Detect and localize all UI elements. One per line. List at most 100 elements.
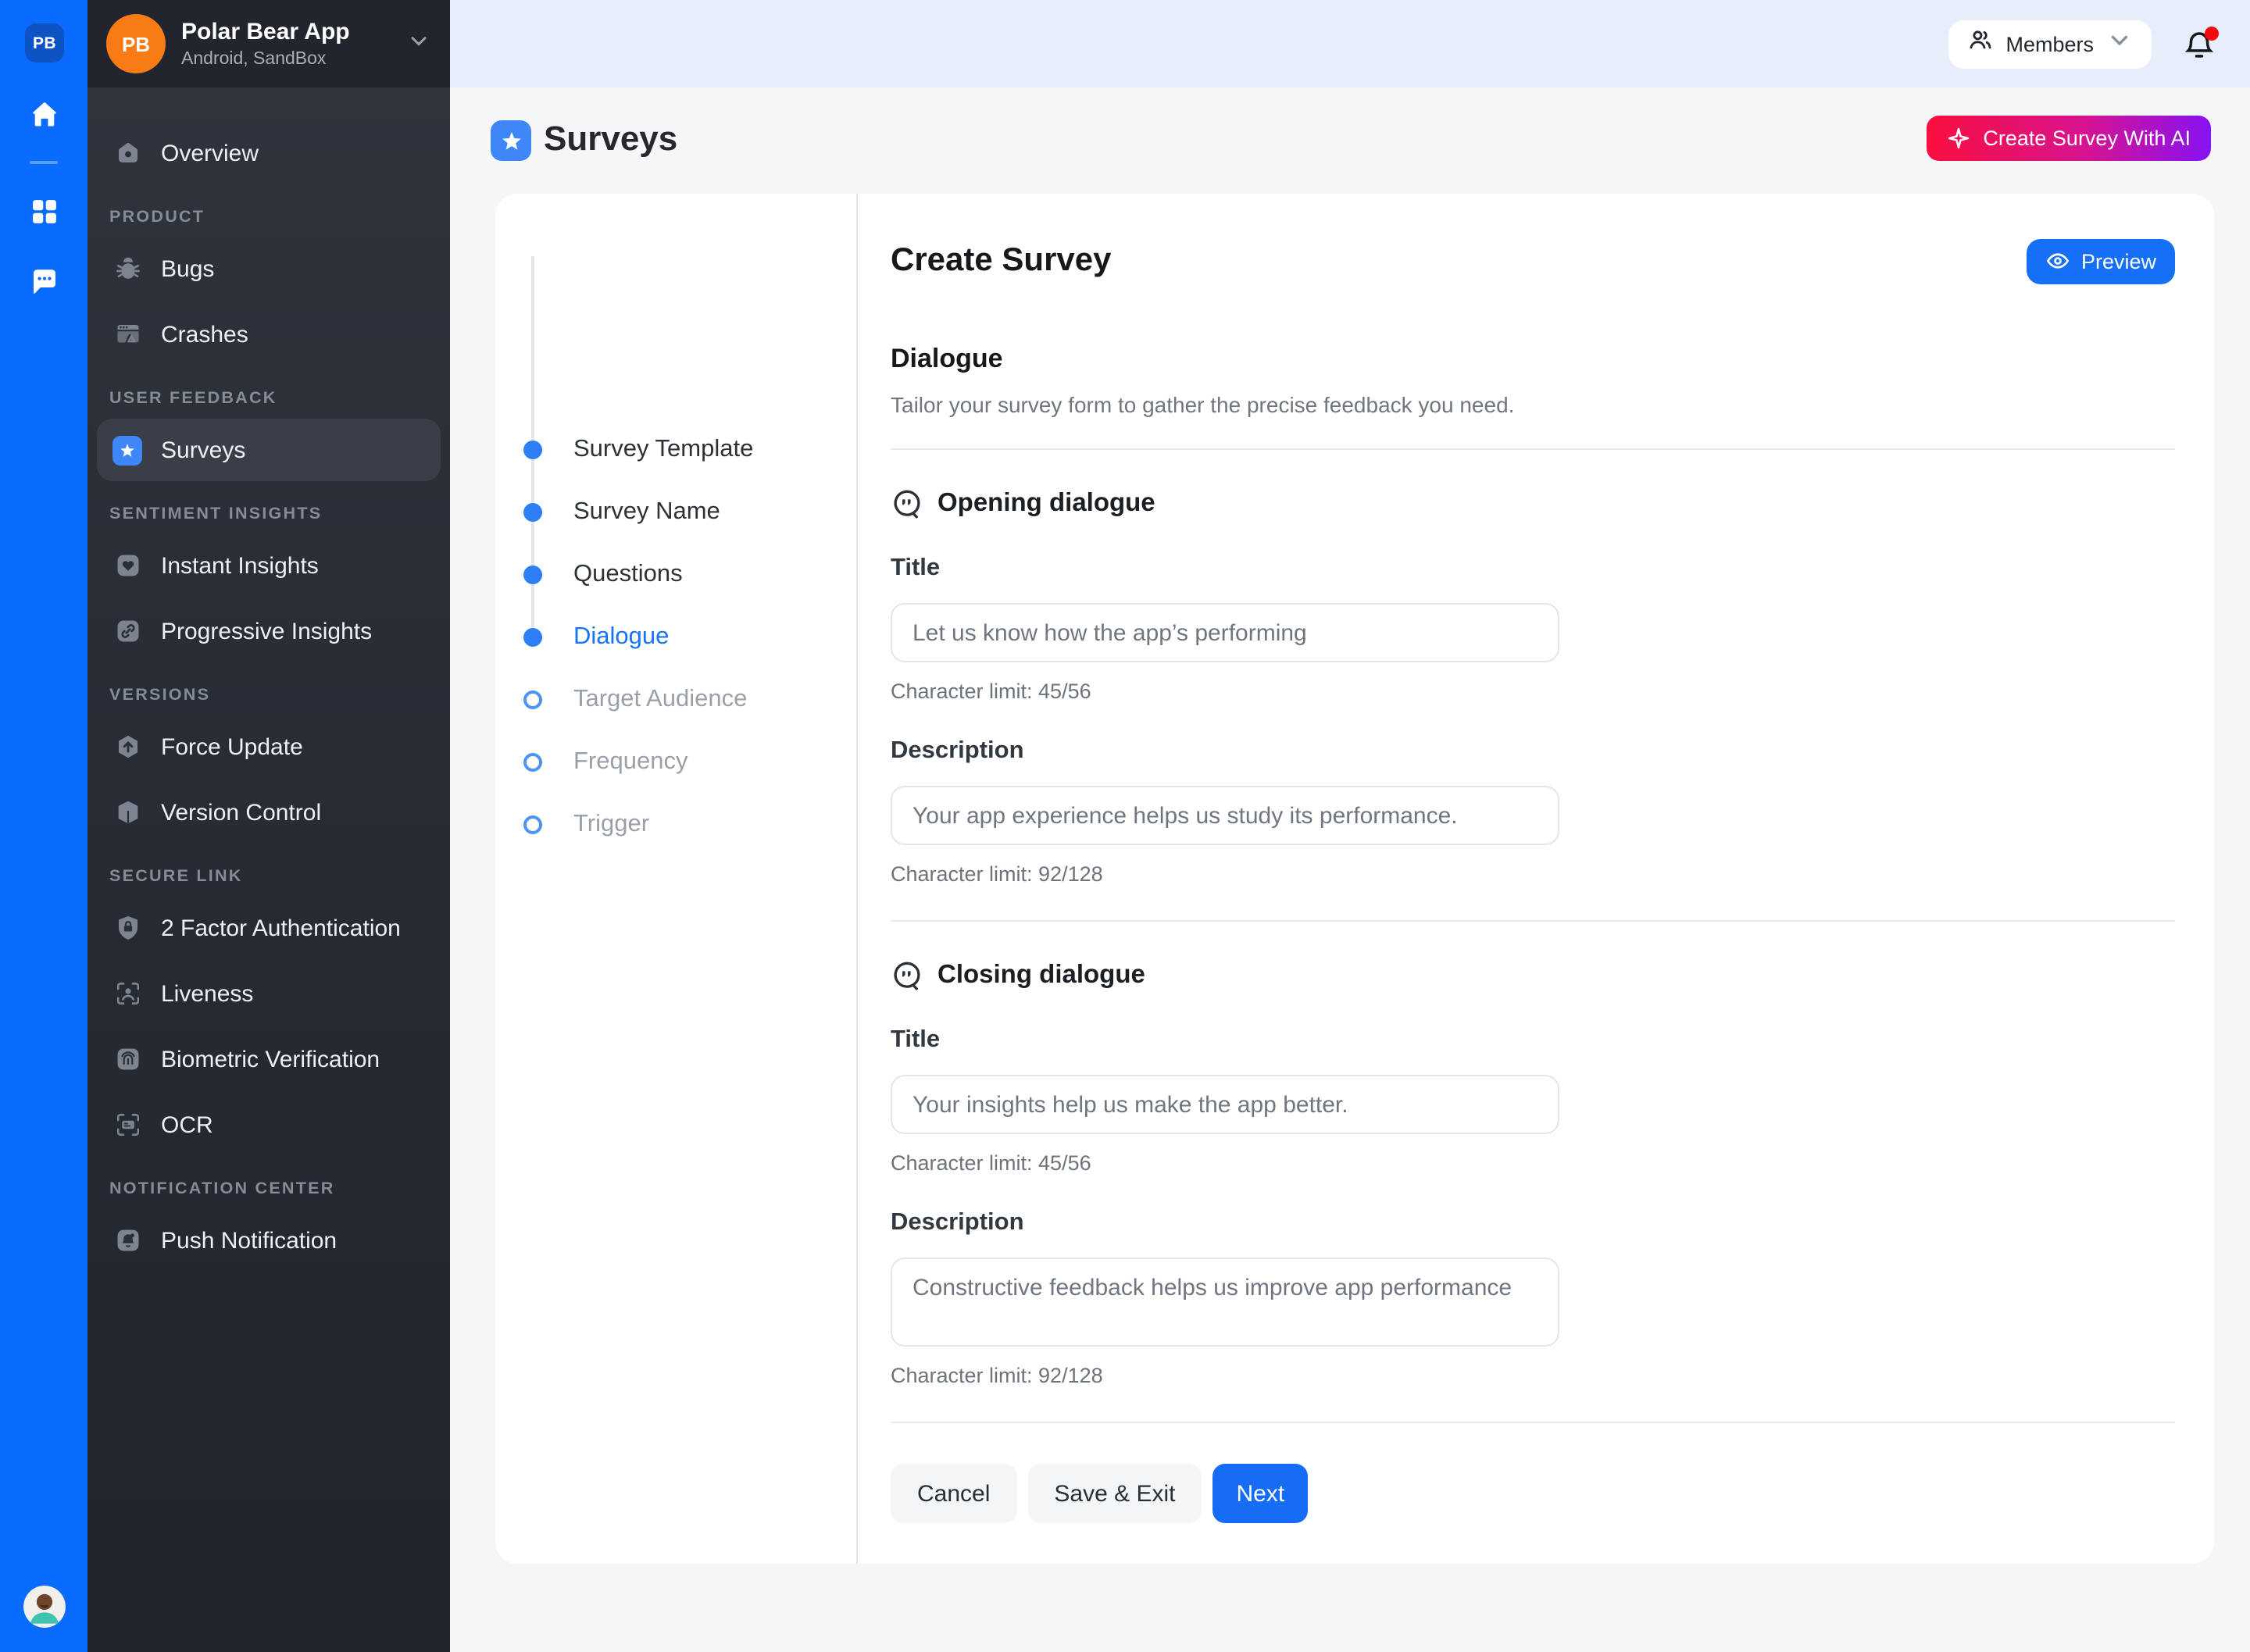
sidebar-item-biometric-verification[interactable]: Biometric Verification (97, 1028, 441, 1090)
step-dot (523, 628, 542, 647)
opening-description-label: Description (891, 737, 1024, 764)
step-label: Trigger (573, 811, 650, 837)
sidebar-item-overview[interactable]: Overview (97, 122, 441, 184)
chat-icon[interactable] (0, 266, 88, 298)
sidebar-item-version-control[interactable]: Version Control (97, 781, 441, 844)
opening-title-char-limit: Character limit: 45/56 (891, 680, 1091, 703)
chevron-down-icon (406, 27, 431, 60)
link-icon (112, 616, 142, 646)
opening-description-input[interactable] (891, 786, 1559, 845)
members-dropdown[interactable]: Members (1948, 20, 2152, 68)
preview-button[interactable]: Preview (2026, 238, 2175, 284)
chevron-down-icon (2106, 27, 2133, 61)
dialogue-bubble-icon (894, 962, 920, 990)
step-dot (523, 503, 542, 522)
sidebar-section-sentiment-insights: SENTIMENT INSIGHTS (109, 505, 323, 523)
section-title: Dialogue (891, 344, 1003, 373)
sidebar-item-ocr[interactable]: OCR (97, 1094, 441, 1156)
sidebar-item-label: Progressive Insights (161, 618, 373, 644)
step-target-audience[interactable]: Target Audience (495, 681, 856, 719)
sidebar-section-user-feedback: USER FEEDBACK (109, 389, 277, 408)
bug-icon (112, 254, 142, 284)
survey-stepper: Survey Template Survey Name Questions Di… (495, 194, 856, 1564)
sidebar-item-label: Surveys (161, 437, 246, 463)
step-label: Survey Template (573, 436, 754, 462)
sidebar-item-progressive-insights[interactable]: Progressive Insights (97, 600, 441, 662)
surveys-page-icon (491, 120, 531, 161)
create-survey-ai-button[interactable]: Create Survey With AI (1927, 116, 2211, 161)
sidebar-item-2fa[interactable]: 2 Factor Authentication (97, 897, 441, 959)
sidebar-item-force-update[interactable]: Force Update (97, 715, 441, 778)
divider (891, 448, 2175, 450)
notifications-bell-icon[interactable] (2183, 26, 2219, 60)
home-icon[interactable] (0, 98, 88, 131)
sidebar-section-product: PRODUCT (109, 208, 205, 227)
sidebar-item-instant-insights[interactable]: Instant Insights (97, 534, 441, 597)
opening-title-input[interactable] (891, 603, 1559, 662)
closing-dialogue-header: Closing dialogue (891, 959, 2175, 992)
sidebar-item-label: Liveness (161, 980, 254, 1007)
heart-icon (112, 551, 142, 580)
apps-grid-icon[interactable] (0, 195, 88, 228)
step-label: Survey Name (573, 498, 720, 525)
force-update-icon (112, 732, 142, 762)
save-exit-button[interactable]: Save & Exit (1027, 1464, 1202, 1523)
workspace-switcher[interactable]: PB Polar Bear App Android, SandBox (88, 0, 450, 87)
workspace-subtitle: Android, SandBox (181, 49, 327, 68)
step-frequency[interactable]: Frequency (495, 744, 856, 781)
preview-label: Preview (2080, 249, 2156, 273)
step-dot (523, 566, 542, 584)
step-dot (523, 690, 542, 709)
card-scan-icon (112, 1110, 142, 1140)
sidebar-item-label: OCR (161, 1111, 213, 1138)
dialogue-bubble-icon (894, 490, 920, 519)
dialogue-form: Create Survey Preview Dialogue Tailor yo… (856, 194, 2214, 1564)
sidebar-item-crashes[interactable]: Crashes (97, 303, 441, 366)
opening-title-label: Title (891, 555, 941, 581)
step-trigger[interactable]: Trigger (495, 806, 856, 844)
surveys-star-icon (112, 435, 142, 465)
step-label: Target Audience (573, 686, 748, 712)
topbar: Members (450, 0, 2250, 87)
closing-description-label: Description (891, 1209, 1024, 1236)
page-header: Surveys Create Survey With AI (450, 87, 2250, 194)
bell-square-icon (112, 1226, 142, 1255)
closing-title-char-limit: Character limit: 45/56 (891, 1151, 1091, 1175)
closing-title-input[interactable] (891, 1075, 1559, 1134)
sidebar-item-bugs[interactable]: Bugs (97, 237, 441, 300)
face-scan-icon (112, 979, 142, 1008)
cancel-button[interactable]: Cancel (891, 1464, 1017, 1523)
next-button[interactable]: Next (1212, 1464, 1309, 1523)
sidebar-item-label: Crashes (161, 321, 248, 348)
step-survey-name[interactable]: Survey Name (495, 494, 856, 531)
sparkle-icon (1948, 127, 1970, 149)
sidebar-section-versions: VERSIONS (109, 686, 211, 705)
form-title: Create Survey (891, 242, 1112, 278)
workspace-logo[interactable]: PB (25, 23, 64, 62)
cube-icon (112, 797, 142, 827)
step-label: Dialogue (573, 623, 670, 650)
sidebar-item-push-notification[interactable]: Push Notification (97, 1209, 441, 1272)
sidebar-item-label: Biometric Verification (161, 1046, 380, 1072)
app-rail: PB (0, 0, 88, 1652)
closing-description-input[interactable] (891, 1258, 1559, 1347)
step-questions[interactable]: Questions (495, 556, 856, 594)
sidebar-item-label: Instant Insights (161, 552, 319, 579)
closing-dialogue-title: Closing dialogue (938, 961, 1145, 989)
sidebar-item-label: Force Update (161, 733, 303, 760)
members-label: Members (2005, 32, 2094, 55)
step-survey-template[interactable]: Survey Template (495, 431, 856, 469)
user-avatar[interactable] (23, 1586, 66, 1628)
sidebar: PB Polar Bear App Android, SandBox Overv… (88, 0, 450, 1652)
sidebar-item-label: 2 Factor Authentication (161, 915, 401, 941)
step-dot (523, 753, 542, 772)
sidebar-item-liveness[interactable]: Liveness (97, 962, 441, 1025)
closing-title-label: Title (891, 1026, 941, 1053)
step-dialogue[interactable]: Dialogue (495, 619, 856, 656)
create-survey-card: Survey Template Survey Name Questions Di… (495, 194, 2214, 1564)
opening-dialogue-header: Opening dialogue (891, 487, 2175, 520)
create-survey-ai-label: Create Survey With AI (1983, 127, 2191, 150)
sidebar-item-label: Push Notification (161, 1227, 338, 1254)
step-dot (523, 441, 542, 459)
sidebar-item-surveys[interactable]: Surveys (97, 419, 441, 481)
